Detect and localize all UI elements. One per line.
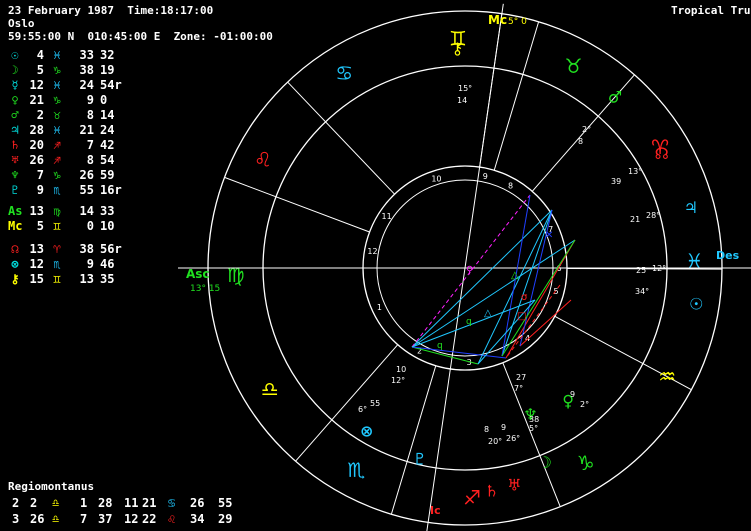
planet-degree-label: 38 xyxy=(529,415,539,424)
zodiac-sign-icon: ♌ xyxy=(254,147,272,171)
planet-degree-label: 2° xyxy=(582,125,591,134)
house-cusp-line xyxy=(493,21,540,171)
midheaven-degree: 5° 0 xyxy=(508,17,527,27)
planet-degree-label: 21 xyxy=(630,215,640,224)
imum-coeli-label: Ic xyxy=(430,504,441,517)
aspect-mark-icon: △ xyxy=(511,270,519,281)
aspect-mark-icon: σ xyxy=(521,292,528,303)
aspect-line xyxy=(519,299,572,347)
zodiac-sign-icon: ♎ xyxy=(261,377,279,401)
planet-degree-label: 8 xyxy=(578,137,583,146)
planet-glyph-icon: ♂ xyxy=(608,87,622,106)
house-number: 5 xyxy=(554,287,559,296)
zodiac-sign-icon: ♑ xyxy=(577,451,595,475)
planet-degree-label: 39 xyxy=(611,177,621,186)
planet-glyph-icon: ☊ xyxy=(655,144,669,163)
aspect-mark-icon: △ xyxy=(484,308,492,319)
zodiac-sign-icon: ♏ xyxy=(347,458,365,482)
house-number: 1 xyxy=(377,303,382,312)
zodiac-sign-icon: ♐ xyxy=(463,485,481,509)
planet-glyph-icon: ♄ xyxy=(485,481,499,500)
planet-degree-label: 10 xyxy=(396,365,406,374)
aspect-mark-icon: ⚲ xyxy=(466,265,473,276)
planet-degree-label: 27 xyxy=(516,373,526,382)
planet-degree-label: 13° xyxy=(628,167,642,176)
aspect-mark-icon: ✕ xyxy=(545,230,553,241)
horoscope-wheel: 123456789101112♈♉♊♋♌♍♎♏♐♑♒♓Asc13° 15DesM… xyxy=(178,3,751,531)
aspect-label: q xyxy=(466,317,472,327)
house-cusp-line xyxy=(287,81,395,195)
planet-degree-label: 5° xyxy=(529,424,538,433)
planet-glyph-icon: ♅ xyxy=(507,475,521,494)
planet-degree-label: 12° xyxy=(652,264,666,273)
house-cusp-line xyxy=(295,344,399,462)
house-cusp-line xyxy=(390,365,437,515)
planet-degree-label: 9 xyxy=(570,390,575,399)
midheaven-label: Mc xyxy=(488,13,507,27)
planet-degree-label: 55 xyxy=(370,399,380,408)
zodiac-sign-icon: ♓ xyxy=(685,249,703,273)
house-number: 9 xyxy=(483,172,488,181)
planet-glyph-icon: ♃ xyxy=(684,198,698,217)
mc-ic-axis xyxy=(426,3,504,531)
planet-degree-label: 28° xyxy=(646,211,660,220)
zodiac-sign-icon: ♋ xyxy=(335,61,353,85)
planet-degree-label: 2° xyxy=(580,400,589,409)
planet-degree-label: 15° xyxy=(458,84,472,93)
planet-degree-label: 20° xyxy=(488,437,502,446)
planet-glyph-icon: ☉ xyxy=(689,295,703,314)
planet-glyph-icon: ♇ xyxy=(413,450,427,469)
planet-degree-label: 7° xyxy=(514,384,523,393)
house-number: 11 xyxy=(382,212,392,221)
planet-degree-label: 6° xyxy=(358,405,367,414)
house-number: 12 xyxy=(367,247,377,256)
aspect-label: q xyxy=(437,341,443,351)
house-number: 8 xyxy=(508,182,513,191)
planet-glyph-icon: ☽ xyxy=(538,453,552,472)
descendant-label: Des xyxy=(716,249,740,262)
house-number: 10 xyxy=(431,174,441,183)
planet-degree-label: 25 xyxy=(636,266,646,275)
planet-degree-label: 34° xyxy=(635,287,649,296)
zodiac-sign-icon: ♒ xyxy=(658,365,676,389)
planet-degree-label: 14 xyxy=(457,96,467,105)
planet-degree-label: 26° xyxy=(506,434,520,443)
planet-degree-label: 9 xyxy=(501,423,506,432)
house-cusp-line xyxy=(224,176,370,233)
planet-degree-label: 12° xyxy=(391,376,405,385)
zodiac-sign-icon: ♉ xyxy=(565,54,583,78)
ascendant-degree: 13° 15 xyxy=(190,284,220,294)
aspect-mark-icon: □ xyxy=(517,311,526,322)
planet-glyph-icon: ⊗ xyxy=(360,422,373,441)
planet-degree-label: 8 xyxy=(484,425,489,434)
planet-glyph-icon: ⚷ xyxy=(452,39,464,58)
zodiac-sign-icon: ♍ xyxy=(227,263,245,287)
ascendant-label: Asc xyxy=(186,267,210,281)
